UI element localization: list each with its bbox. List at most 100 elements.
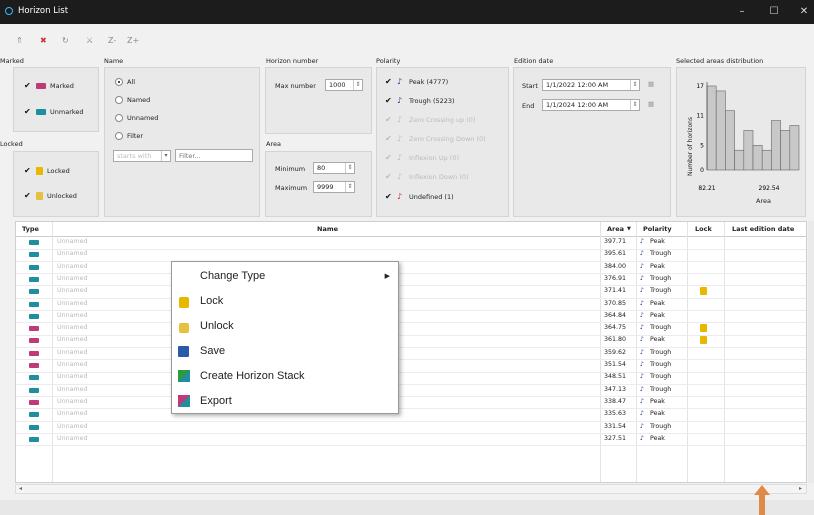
lock-icon <box>700 287 707 296</box>
horizon-type-icon <box>29 387 39 393</box>
locked-label: Locked <box>47 167 70 175</box>
table-row[interactable]: Unnamed 338.47 ♪ Peak <box>16 397 806 410</box>
marked-checkbox[interactable]: ✔ Marked <box>24 82 74 91</box>
area-minimum-spinbox[interactable]: 80 ⇕ <box>313 162 355 174</box>
refresh-icon[interactable]: ↻ <box>62 36 69 45</box>
table-row[interactable]: Unnamed 397.71 ♪ Peak <box>16 237 806 250</box>
chart-x-tick-label: 82.21 <box>698 185 715 192</box>
table-row[interactable]: Unnamed 364.84 ♪ Peak <box>16 311 806 324</box>
table-row[interactable]: Unnamed 371.41 ♪ Trough <box>16 286 806 299</box>
column-header-lock[interactable]: Lock <box>695 225 712 233</box>
table-row[interactable]: Unnamed 347.13 ♪ Trough <box>16 385 806 398</box>
table-row[interactable]: Unnamed 364.75 ♪ Trough <box>16 323 806 336</box>
name-filter-radio[interactable]: Filter <box>115 132 143 140</box>
polarity-peak-label: Peak (4777) <box>409 78 449 86</box>
end-date-input[interactable]: 1/1/2024 12:00 AM ⇕ <box>542 99 640 111</box>
row-name: Unnamed <box>57 397 88 405</box>
zoom-in-button[interactable]: Z+ <box>127 36 139 45</box>
chart-y-tick-label: 17 <box>696 83 704 90</box>
table-row[interactable]: Unnamed 370.85 ♪ Peak <box>16 299 806 312</box>
filter-mode-value: starts with <box>117 152 152 160</box>
lock-icon <box>36 167 43 175</box>
delete-icon[interactable]: ✖ <box>40 36 47 45</box>
polarity-zero-down-label: Zero Crossing Down (0) <box>409 135 486 143</box>
menu-item-unlock[interactable]: Unlock <box>172 314 398 339</box>
column-header-name[interactable]: Name <box>317 225 338 233</box>
end-date-label: End <box>522 102 535 110</box>
polarity-peak-checkbox[interactable]: ✔ ♪ Peak (4777) <box>385 78 449 87</box>
table-row[interactable]: Unnamed 359.62 ♪ Trough <box>16 348 806 361</box>
horizontal-scrollbar[interactable]: ◂ ▸ <box>15 484 807 494</box>
column-header-polarity[interactable]: Polarity <box>643 225 672 233</box>
polarity-undefined-checkbox[interactable]: ✔ ♪ Undefined (1) <box>385 193 454 202</box>
table-row[interactable]: Unnamed 361.80 ♪ Peak <box>16 335 806 348</box>
vertical-scrollbar[interactable] <box>808 221 814 483</box>
horizon-type-icon <box>29 313 39 319</box>
polarity-panel: ✔ ♪ Peak (4777) ✔ ♪ Trough (5223) ✔ ♪ Zero Cro… <box>376 67 509 217</box>
table-row[interactable]: Unnamed 348.51 ♪ Trough <box>16 372 806 385</box>
menu-item-change-type[interactable]: Change Type ▶ <box>172 264 398 289</box>
row-area: 370.85 <box>604 299 627 307</box>
table-row[interactable]: Unnamed 351.54 ♪ Trough <box>16 360 806 373</box>
menu-item-export[interactable]: Export <box>172 389 398 414</box>
close-button[interactable]: ✕ <box>792 4 814 20</box>
unlocked-checkbox[interactable]: ✔ Unlocked <box>24 192 77 200</box>
merge-icon[interactable]: ⚔ <box>86 36 93 45</box>
polarity-inflexion-down-checkbox[interactable]: ✔ ♪ Inflexion Down (0) <box>385 172 469 182</box>
max-number-spinbox[interactable]: 1000 ⇕ <box>325 79 363 91</box>
start-date-input[interactable]: 1/1/2022 12:00 AM ⇕ <box>542 79 640 91</box>
filter-mode-select[interactable]: starts with ▾ <box>113 150 171 162</box>
table-row[interactable]: Unnamed 327.51 ♪ Peak <box>16 434 806 447</box>
polarity-inflexion-up-checkbox[interactable]: ✔ ♪ Inflexion Up (0) <box>385 154 459 163</box>
area-maximum-spinbox[interactable]: 9999 ⇕ <box>313 181 355 193</box>
name-all-radio[interactable]: All <box>115 78 135 86</box>
table-row[interactable]: Unnamed 395.61 ♪ Trough <box>16 249 806 262</box>
chart-bar <box>761 149 772 171</box>
filter-input[interactable] <box>175 149 253 162</box>
zero-crossing-down-icon: ♪ <box>397 134 403 143</box>
checkbox-checked-icon: ✔ <box>385 115 392 124</box>
menu-item-save[interactable]: Save <box>172 339 398 364</box>
name-panel: All Named Unnamed Filter starts with ▾ <box>104 67 260 217</box>
row-polarity: Peak <box>650 299 665 307</box>
name-unnamed-label: Unnamed <box>127 114 159 122</box>
inflexion-down-icon: ♪ <box>397 172 403 181</box>
zoom-out-button[interactable]: Z- <box>108 36 116 45</box>
column-header-last-edition-date[interactable]: Last edition date <box>732 225 794 233</box>
row-name: Unnamed <box>57 373 88 381</box>
menu-item-label: Export <box>200 395 232 407</box>
polarity-zero-down-checkbox[interactable]: ✔ ♪ Zero Crossing Down (0) <box>385 134 486 144</box>
chart-bar <box>734 149 745 171</box>
row-polarity: Peak <box>650 262 665 270</box>
collapse-icon[interactable]: ⇑ <box>16 36 23 45</box>
row-polarity: Trough <box>650 287 672 295</box>
table-row[interactable]: Unnamed 335.63 ♪ Peak <box>16 409 806 422</box>
name-named-radio[interactable]: Named <box>115 96 150 104</box>
table-row[interactable]: Unnamed 331.54 ♪ Trough <box>16 422 806 435</box>
unmarked-checkbox[interactable]: ✔ Unmarked <box>24 108 84 117</box>
maximize-button[interactable]: ☐ <box>762 4 786 20</box>
calendar-icon[interactable]: ▦ <box>648 80 654 88</box>
column-header-type[interactable]: Type <box>22 225 39 233</box>
table-row[interactable]: Unnamed 384.00 ♪ Peak <box>16 262 806 275</box>
polarity-icon: ♪ <box>640 274 645 282</box>
horizon-table[interactable]: Type Name Area ▼ Polarity Lock Last edit… <box>15 221 807 483</box>
column-header-area[interactable]: Area <box>607 225 624 233</box>
polarity-inflexion-up-label: Inflexion Up (0) <box>409 154 459 162</box>
unmarked-tag-icon <box>36 109 46 115</box>
stack-icon <box>178 370 190 382</box>
scroll-right-icon[interactable]: ▸ <box>799 485 802 492</box>
table-row[interactable]: Unnamed 376.91 ♪ Trough <box>16 274 806 287</box>
scroll-left-icon[interactable]: ◂ <box>19 485 22 492</box>
locked-checkbox[interactable]: ✔ Locked <box>24 167 70 175</box>
name-unnamed-radio[interactable]: Unnamed <box>115 114 158 122</box>
spin-arrows-icon: ⇕ <box>630 100 639 110</box>
polarity-zero-up-checkbox[interactable]: ✔ ♪ Zero Crossing up (0) <box>385 115 475 125</box>
row-polarity: Trough <box>650 422 672 430</box>
menu-item-create-horizon-stack[interactable]: Create Horizon Stack <box>172 364 398 389</box>
minimize-button[interactable]: – <box>730 4 754 20</box>
polarity-trough-checkbox[interactable]: ✔ ♪ Trough (5223) <box>385 97 455 106</box>
start-date-label: Start <box>522 82 538 90</box>
menu-item-lock[interactable]: Lock <box>172 289 398 314</box>
calendar-icon[interactable]: ▦ <box>648 100 654 108</box>
